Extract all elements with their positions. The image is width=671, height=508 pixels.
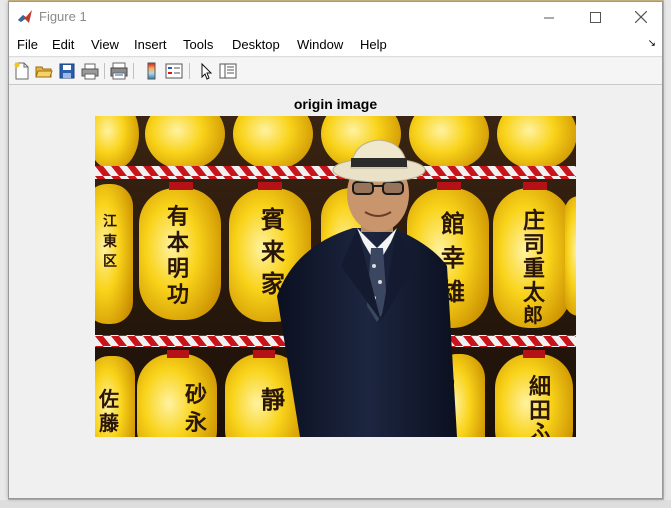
figure-toolbar <box>9 58 662 85</box>
svg-text:砂: 砂 <box>185 382 207 408</box>
figure-window: Figure 1 File Edit View Insert Tools Des… <box>8 1 663 499</box>
svg-text:ふ: ふ <box>529 420 551 437</box>
menu-help[interactable]: Help <box>360 37 387 52</box>
pointer-icon[interactable] <box>197 62 215 80</box>
svg-text:細: 細 <box>529 374 551 400</box>
maximize-button[interactable] <box>572 2 618 32</box>
close-icon <box>635 11 647 23</box>
save-icon[interactable] <box>58 62 76 80</box>
svg-text:有: 有 <box>167 204 189 230</box>
svg-text:館: 館 <box>441 209 465 238</box>
close-button[interactable] <box>618 2 664 32</box>
svg-text:来: 来 <box>261 237 286 266</box>
desktop-background-bottom <box>0 500 671 508</box>
svg-text:功: 功 <box>167 282 189 308</box>
dock-arrow-icon[interactable]: ↘ <box>648 38 656 49</box>
svg-text:区: 区 <box>103 254 117 270</box>
legend-icon[interactable] <box>165 62 183 80</box>
window-title: Figure 1 <box>39 9 87 24</box>
colorbar-icon[interactable] <box>143 62 161 80</box>
svg-text:明: 明 <box>167 256 189 282</box>
svg-text:本: 本 <box>167 230 189 256</box>
toolbar-separator <box>133 63 134 79</box>
menu-desktop[interactable]: Desktop <box>232 37 280 52</box>
menu-insert[interactable]: Insert <box>134 37 167 52</box>
menu-bar: File Edit View Insert Tools Desktop Wind… <box>9 32 662 57</box>
lantern-photo: 有 本 明 功 賓 来 家 館 幸 雄 庄 司 重 太 郎 江 東 区 佐 藤 … <box>95 116 576 437</box>
axes-title: origin image <box>293 96 378 112</box>
desktop-background-right <box>663 0 671 508</box>
toolbar-separator <box>104 63 105 79</box>
svg-text:郎: 郎 <box>523 303 543 327</box>
menu-window[interactable]: Window <box>297 37 343 52</box>
open-file-icon[interactable] <box>35 62 53 80</box>
print-preview-icon[interactable] <box>110 62 128 80</box>
svg-text:江: 江 <box>103 213 117 230</box>
matlab-icon <box>17 9 33 25</box>
svg-text:靜: 靜 <box>261 385 285 414</box>
desktop-background-left <box>0 0 8 508</box>
svg-text:東: 東 <box>103 233 117 250</box>
figure-canvas[interactable]: origin image 有 本 明 功 賓 来 家 館 幸 雄 庄 司 重 太… <box>9 85 662 498</box>
menu-tools[interactable]: Tools <box>183 37 213 52</box>
menu-file[interactable]: File <box>17 37 38 52</box>
menu-edit[interactable]: Edit <box>52 37 74 52</box>
menu-view[interactable]: View <box>91 37 119 52</box>
property-editor-icon[interactable] <box>219 62 237 80</box>
svg-text:佐: 佐 <box>98 387 119 411</box>
minimize-button[interactable] <box>526 2 572 32</box>
maximize-icon <box>589 11 601 23</box>
svg-text:重: 重 <box>523 256 545 282</box>
toolbar-separator <box>189 63 190 79</box>
svg-text:賓: 賓 <box>260 205 285 234</box>
svg-text:藤: 藤 <box>98 411 120 435</box>
displayed-image[interactable]: 有 本 明 功 賓 来 家 館 幸 雄 庄 司 重 太 郎 江 東 区 佐 藤 … <box>95 116 576 437</box>
new-figure-icon[interactable] <box>13 62 31 80</box>
minimize-icon <box>543 17 554 18</box>
svg-text:庄: 庄 <box>523 208 545 234</box>
print-icon[interactable] <box>81 62 99 80</box>
svg-text:永: 永 <box>185 410 207 436</box>
svg-text:司: 司 <box>523 232 545 258</box>
title-bar[interactable]: Figure 1 <box>9 2 662 32</box>
